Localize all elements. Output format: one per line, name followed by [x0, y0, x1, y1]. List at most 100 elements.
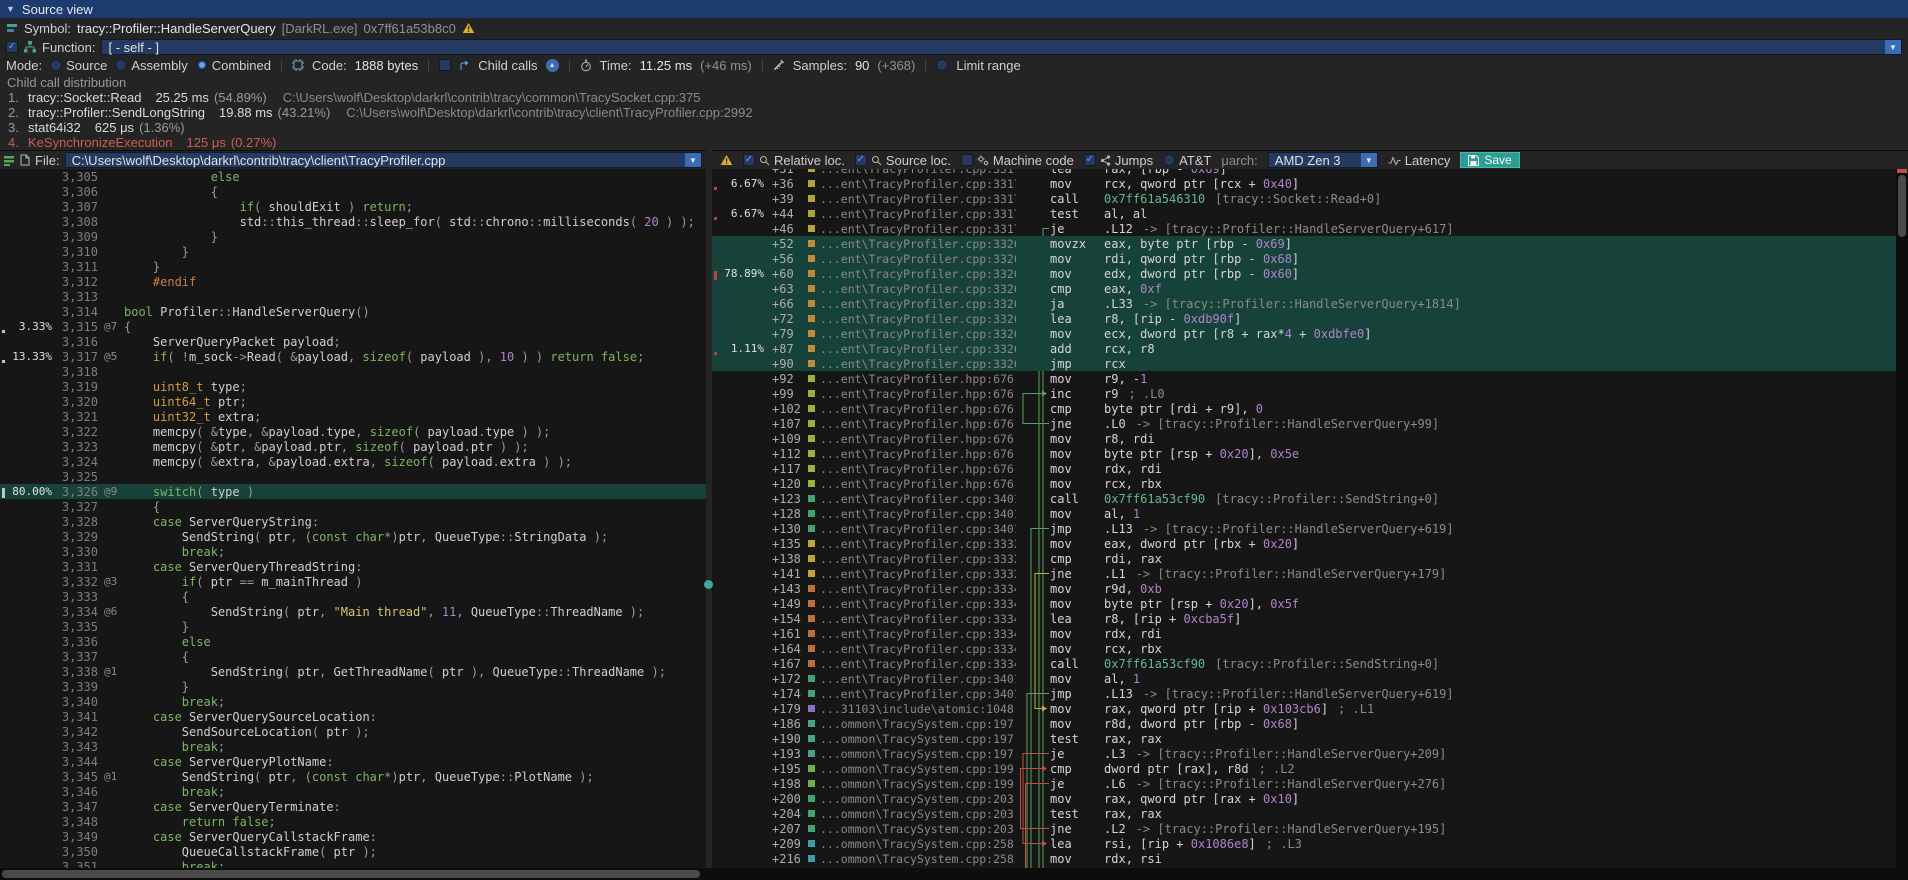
jumps-checkbox[interactable] — [1084, 154, 1096, 166]
source-line[interactable]: 3,323 memcpy( &ptr, &payload.ptr, sizeof… — [0, 439, 706, 454]
jumps-toggle[interactable]: Jumps — [1084, 153, 1153, 168]
asm-row[interactable]: +99...ent\TracyProfiler.hpp:676incr9; .L… — [712, 386, 1896, 401]
latency-toggle[interactable]: Latency — [1388, 153, 1451, 168]
att-toggle[interactable]: AT&T — [1163, 153, 1211, 168]
source-line[interactable]: 3,333 { — [0, 589, 706, 604]
source-line[interactable]: 3,322 memcpy( &type, &payload.type, size… — [0, 424, 706, 439]
asm-row[interactable]: +172...ent\TracyProfiler.cpp:3401moval, … — [712, 671, 1896, 686]
asm-row[interactable]: +112...ent\TracyProfiler.hpp:676movbyte … — [712, 446, 1896, 461]
source-line[interactable]: 3,338@1 SendString( ptr, GetThreadName( … — [0, 664, 706, 679]
source-line[interactable]: 3,307 if( shouldExit ) return; — [0, 199, 706, 214]
source-line[interactable]: 3,347 case ServerQueryTerminate: — [0, 799, 706, 814]
asm-row[interactable]: +120...ent\TracyProfiler.hpp:676movrcx, … — [712, 476, 1896, 491]
radio-icon[interactable] — [50, 59, 62, 71]
asm-row[interactable]: +200...ommon\TracySystem.cpp:203movrax, … — [712, 791, 1896, 806]
asm-row[interactable]: +167...ent\TracyProfiler.cpp:3334call0x7… — [712, 656, 1896, 671]
source-loc-checkbox[interactable] — [855, 154, 867, 166]
propagate-up-button[interactable] — [546, 59, 559, 72]
source-line[interactable]: 3,316 ServerQueryPacket payload; — [0, 334, 706, 349]
asm-row[interactable]: +130...ent\TracyProfiler.cpp:3401jmp.L13… — [712, 521, 1896, 536]
source-line[interactable]: 3,324 memcpy( &extra, &payload.extra, si… — [0, 454, 706, 469]
save-button[interactable]: Save — [1460, 152, 1519, 168]
asm-row[interactable]: +143...ent\TracyProfiler.cpp:3334movr9d,… — [712, 581, 1896, 596]
source-loc-toggle[interactable]: Source loc. — [855, 153, 951, 168]
source-line[interactable]: 3,332@3 if( ptr == m_mainThread ) — [0, 574, 706, 589]
source-line[interactable]: 3,349 case ServerQueryCallstackFrame: — [0, 829, 706, 844]
child-call-item[interactable]: 1.tracy::Socket::Read25.25 ms(54.89%)C:\… — [0, 90, 1908, 105]
asm-row[interactable]: 6.67%+44...ent\TracyProfiler.cpp:3317tes… — [712, 206, 1896, 221]
child-call-item[interactable]: 4.KeSynchronizeExecution125 μs(0.27%) — [0, 135, 1908, 150]
asm-row[interactable]: +92...ent\TracyProfiler.hpp:676movr9, -1 — [712, 371, 1896, 386]
asm-row[interactable]: 6.67%+36...ent\TracyProfiler.cpp:3317mov… — [712, 176, 1896, 191]
mode-radio-combined[interactable]: Combined — [196, 58, 271, 73]
function-checkbox[interactable] — [6, 41, 18, 53]
radio-icon[interactable] — [115, 59, 127, 71]
source-line[interactable]: 3,325 — [0, 469, 706, 484]
source-line[interactable]: 3,328 case ServerQueryString: — [0, 514, 706, 529]
relative-loc-toggle[interactable]: Relative loc. — [743, 153, 845, 168]
asm-row[interactable]: +164...ent\TracyProfiler.cpp:3334movrcx,… — [712, 641, 1896, 656]
asm-row[interactable]: +102...ent\TracyProfiler.hpp:676cmpbyte … — [712, 401, 1896, 416]
source-line[interactable]: 3,346 break; — [0, 784, 706, 799]
file-combo[interactable]: C:\Users\wolf\Desktop\darkrl\contrib\tra… — [65, 152, 702, 168]
asm-row[interactable]: +135...ent\TracyProfiler.cpp:3332moveax,… — [712, 536, 1896, 551]
asm-row[interactable]: +209...ommon\TracySystem.cpp:258learsi, … — [712, 836, 1896, 851]
asm-row[interactable]: +149...ent\TracyProfiler.cpp:3334movbyte… — [712, 596, 1896, 611]
source-line[interactable]: 3,341 case ServerQuerySourceLocation: — [0, 709, 706, 724]
function-combo[interactable]: [ - self - ] — [101, 39, 1902, 55]
child-call-item[interactable]: 3.stat64i32625 μs(1.36%) — [0, 120, 1908, 135]
asm-row[interactable]: +46...ent\TracyProfiler.cpp:3317je.L12->… — [712, 221, 1896, 236]
source-line[interactable]: 3,331 case ServerQueryThreadString: — [0, 559, 706, 574]
source-line[interactable]: 3,334@6 SendString( ptr, "Main thread", … — [0, 604, 706, 619]
relative-loc-checkbox[interactable] — [743, 154, 755, 166]
asm-row[interactable]: +161...ent\TracyProfiler.cpp:3334movrdx,… — [712, 626, 1896, 641]
source-line[interactable]: 80.00%3,326@9 switch( type ) — [0, 484, 706, 499]
mode-radio-source[interactable]: Source — [50, 58, 107, 73]
asm-row[interactable]: +174...ent\TracyProfiler.cpp:3401jmp.L13… — [712, 686, 1896, 701]
source-line[interactable]: 3,320 uint64_t ptr; — [0, 394, 706, 409]
child-calls-checkbox[interactable] — [439, 59, 451, 71]
source-line[interactable]: 3,321 uint32_t extra; — [0, 409, 706, 424]
asm-row[interactable]: +72...ent\TracyProfiler.cpp:3326lear8, [… — [712, 311, 1896, 326]
source-line[interactable]: 3,310 } — [0, 244, 706, 259]
source-line[interactable]: 3,336 else — [0, 634, 706, 649]
att-radio[interactable] — [1163, 154, 1175, 166]
asm-row[interactable]: +190...ommon\TracySystem.cpp:197testrax,… — [712, 731, 1896, 746]
source-line[interactable]: 3,318 — [0, 364, 706, 379]
source-line[interactable]: 3,339 } — [0, 679, 706, 694]
source-line[interactable]: 3,308 std::this_thread::sleep_for( std::… — [0, 214, 706, 229]
assembly-scrollbar[interactable] — [1896, 169, 1908, 868]
source-line[interactable]: 3,342 SendSourceLocation( ptr ); — [0, 724, 706, 739]
source-line[interactable]: 3,337 { — [0, 649, 706, 664]
horizontal-scrollbar[interactable] — [0, 868, 1908, 880]
source-line[interactable]: 3,319 uint8_t type; — [0, 379, 706, 394]
asm-row[interactable]: +179...31103\include\atomic:1048movrax, … — [712, 701, 1896, 716]
source-line[interactable]: 3,311 } — [0, 259, 706, 274]
asm-row[interactable]: +141...ent\TracyProfiler.cpp:3332jne.L1-… — [712, 566, 1896, 581]
asm-row[interactable]: +186...ommon\TracySystem.cpp:197movr8d, … — [712, 716, 1896, 731]
splitter-handle[interactable] — [704, 580, 713, 589]
asm-row[interactable]: +207...ommon\TracySystem.cpp:203jne.L2->… — [712, 821, 1896, 836]
radio-icon[interactable] — [196, 59, 208, 71]
source-line[interactable]: 3,329 SendString( ptr, (const char*)ptr,… — [0, 529, 706, 544]
asm-row[interactable]: +109...ent\TracyProfiler.hpp:676movr8, r… — [712, 431, 1896, 446]
asm-row[interactable]: +52...ent\TracyProfiler.cpp:3326movzxeax… — [712, 236, 1896, 251]
asm-row[interactable]: +39...ent\TracyProfiler.cpp:3317call0x7f… — [712, 191, 1896, 206]
source-line[interactable]: 3,344 case ServerQueryPlotName: — [0, 754, 706, 769]
machine-code-toggle[interactable]: Machine code — [961, 153, 1074, 168]
chevron-down-icon[interactable] — [1361, 153, 1377, 167]
asm-row[interactable]: +204...ommon\TracySystem.cpp:203testrax,… — [712, 806, 1896, 821]
asm-row[interactable]: +90...ent\TracyProfiler.cpp:3326jmprcx — [712, 356, 1896, 371]
scrollbar-thumb[interactable] — [2, 870, 700, 878]
source-line[interactable]: 3,350 QueueCallstackFrame( ptr ); — [0, 844, 706, 859]
asm-row[interactable]: +107...ent\TracyProfiler.hpp:676jne.L0->… — [712, 416, 1896, 431]
machine-code-checkbox[interactable] — [961, 154, 973, 166]
chevron-down-icon[interactable] — [1885, 40, 1901, 54]
asm-row[interactable]: +66...ent\TracyProfiler.cpp:3326ja.L33->… — [712, 296, 1896, 311]
child-call-item[interactable]: 2.tracy::Profiler::SendLongString19.88 m… — [0, 105, 1908, 120]
scrollbar-thumb[interactable] — [1898, 175, 1906, 237]
asm-row[interactable]: +195...ommon\TracySystem.cpp:199cmpdword… — [712, 761, 1896, 776]
asm-row[interactable]: +128...ent\TracyProfiler.cpp:3401moval, … — [712, 506, 1896, 521]
asm-row[interactable]: +216...ommon\TracySystem.cpp:258movrdx, … — [712, 851, 1896, 866]
asm-row[interactable]: +79...ent\TracyProfiler.cpp:3326movecx, … — [712, 326, 1896, 341]
